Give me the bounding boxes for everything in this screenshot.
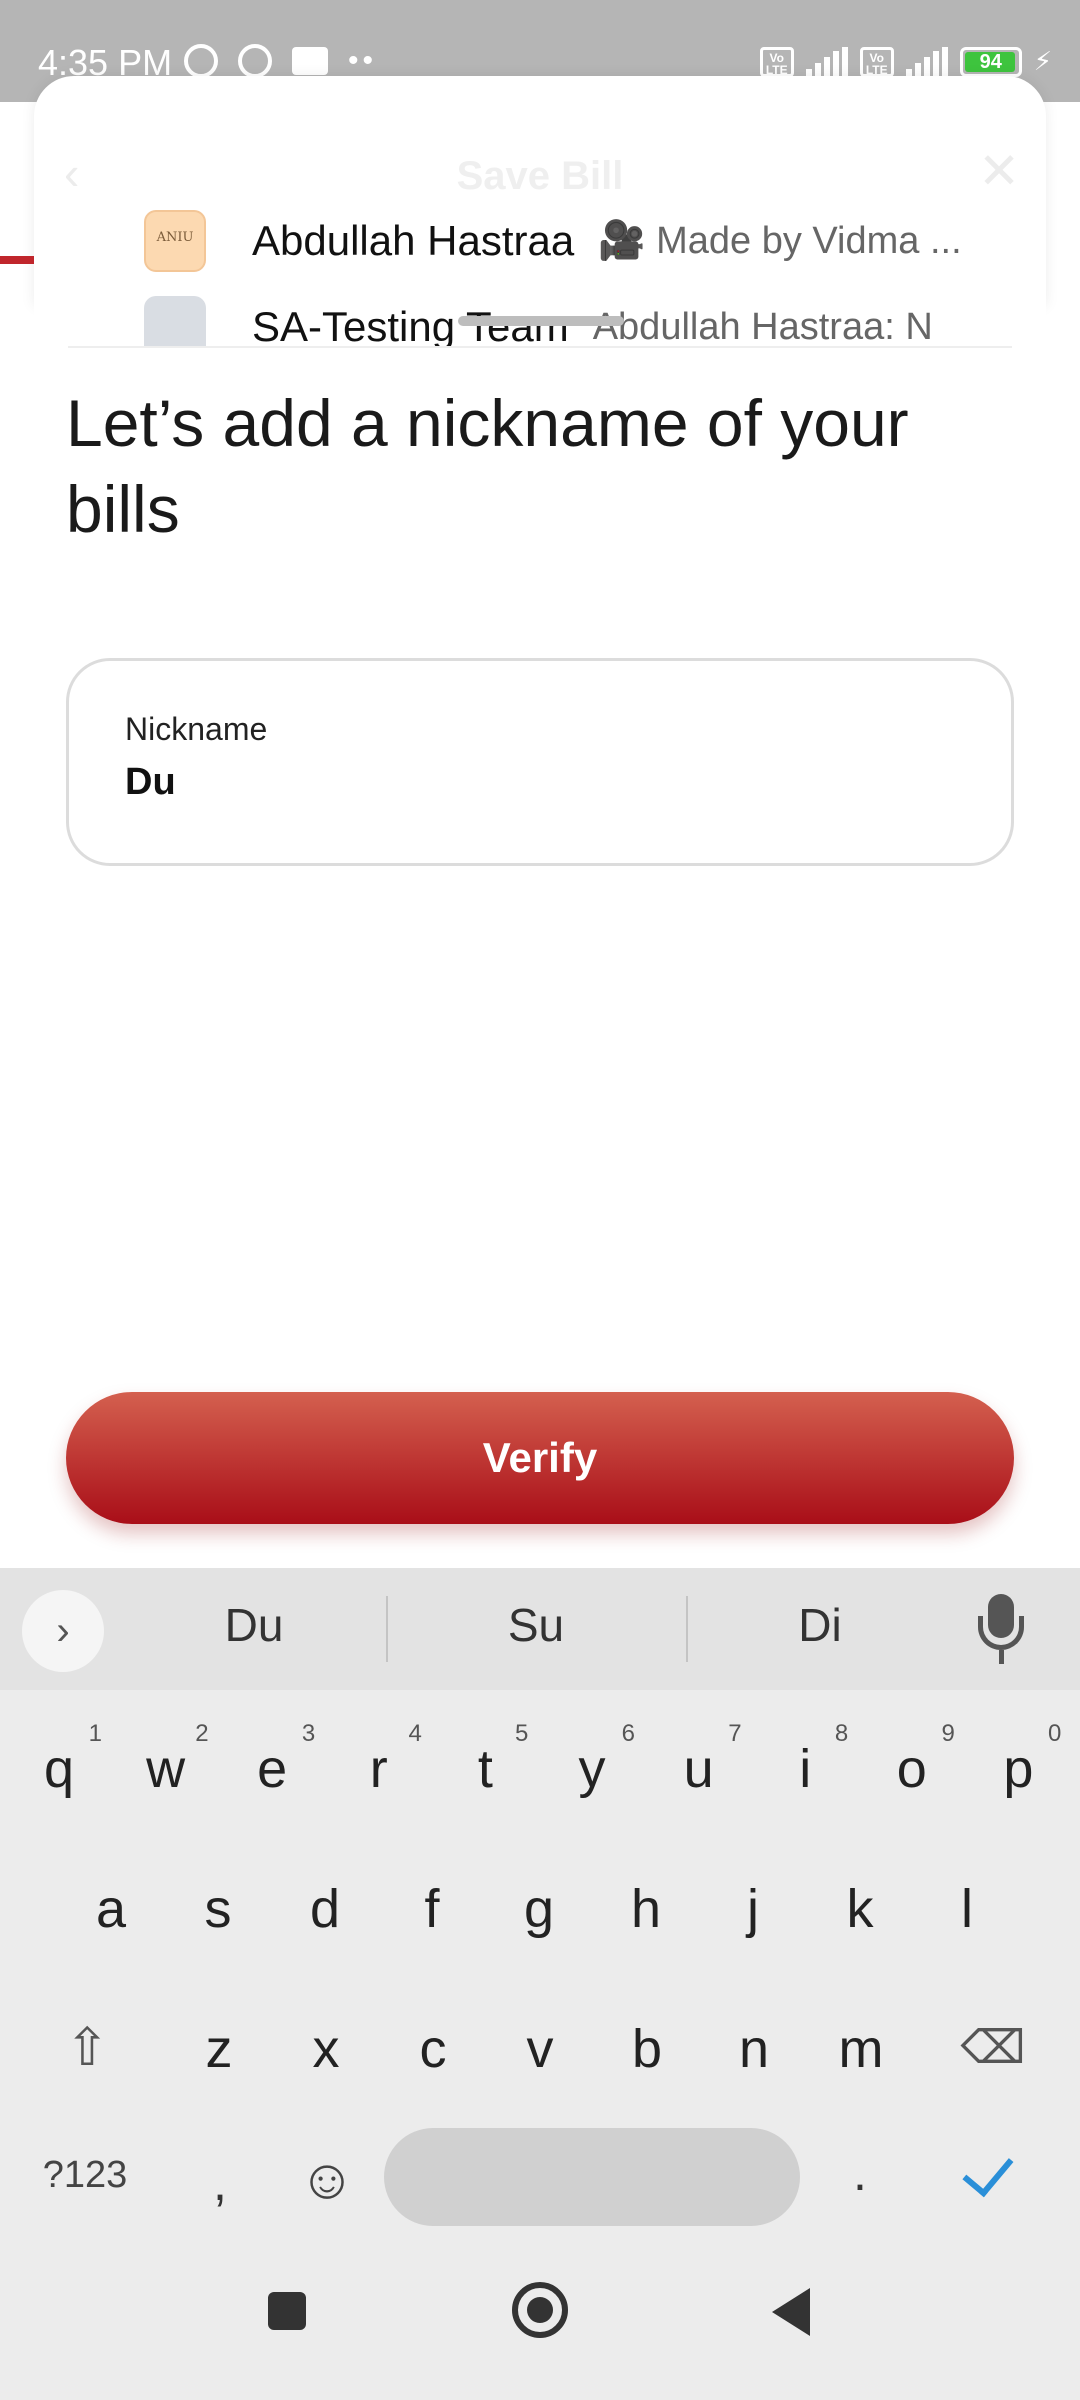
status-right: Vo LTE Vo LTE 94 ⚡ bbox=[759, 46, 1052, 77]
key-number-hint: 6 bbox=[621, 1720, 635, 1747]
key-x[interactable]: x bbox=[281, 2018, 371, 2080]
key-t[interactable]: t5 bbox=[440, 1720, 530, 1800]
microphone-icon[interactable] bbox=[972, 1594, 1032, 1664]
key-e[interactable]: e3 bbox=[227, 1720, 317, 1800]
key-r[interactable]: r4 bbox=[334, 1720, 424, 1800]
share-contact-message: Abdullah Hastraa: N bbox=[592, 305, 933, 347]
signal-icon-2 bbox=[905, 46, 948, 77]
charging-icon: ⚡ bbox=[1033, 46, 1052, 76]
key-letter: r bbox=[369, 1739, 388, 1799]
key-f[interactable]: f bbox=[387, 1878, 477, 1940]
suggestion-1[interactable]: Du bbox=[154, 1598, 354, 1652]
share-overlay: ANIU Abdullah Hastraa 🎥 Made by Vidma ..… bbox=[34, 196, 1046, 346]
key-a[interactable]: a bbox=[66, 1878, 156, 1940]
space-bar[interactable] bbox=[384, 2128, 800, 2226]
key-letter: u bbox=[683, 1739, 714, 1799]
key-letter: t bbox=[477, 1739, 493, 1799]
suggestion-strip: › Du Su Di bbox=[0, 1568, 1080, 1690]
emoji-icon[interactable]: ☺ bbox=[292, 2146, 362, 2211]
backspace-icon[interactable]: ⌫ bbox=[958, 2020, 1028, 2074]
more-notifications-icon: •• bbox=[348, 44, 378, 77]
key-letter: p bbox=[1003, 1739, 1034, 1799]
avatar: ANIU bbox=[144, 210, 206, 272]
key-letter: w bbox=[146, 1739, 186, 1799]
comma-key[interactable]: , bbox=[190, 2154, 250, 2212]
period-key[interactable]: . bbox=[830, 2144, 890, 2202]
signal-icon bbox=[805, 46, 848, 77]
share-contact-name: Abdullah Hastraa bbox=[252, 217, 575, 264]
home-icon[interactable] bbox=[512, 2282, 568, 2338]
avatar-text: ANIU bbox=[156, 230, 194, 245]
divider bbox=[68, 346, 1012, 348]
verify-button[interactable]: Verify bbox=[66, 1392, 1014, 1524]
key-number-hint: 5 bbox=[515, 1720, 529, 1747]
drag-handle[interactable] bbox=[458, 316, 624, 326]
key-i[interactable]: i8 bbox=[760, 1720, 850, 1800]
expand-toolbar-button[interactable]: › bbox=[22, 1590, 104, 1672]
background-dialog-title: Save Bill bbox=[456, 154, 624, 198]
nickname-input[interactable]: Du bbox=[125, 761, 176, 804]
volte-icon-2: Vo LTE bbox=[859, 46, 894, 77]
nickname-field[interactable]: Nickname Du bbox=[66, 658, 1014, 866]
page-heading: Let’s add a nickname of your bills bbox=[66, 386, 909, 546]
share-contact-message: 🎥 Made by Vidma ... bbox=[598, 220, 962, 262]
key-k[interactable]: k bbox=[815, 1878, 905, 1940]
close-icon: ✕ bbox=[978, 143, 1020, 199]
recents-icon[interactable] bbox=[268, 2292, 306, 2330]
screen: 4:35 PM •• Vo LTE Vo LTE 94 ⚡ ‹ Save Bill … bbox=[0, 0, 1080, 2400]
key-h[interactable]: h bbox=[601, 1878, 691, 1940]
key-number-hint: 2 bbox=[195, 1720, 209, 1747]
key-m[interactable]: m bbox=[816, 2018, 906, 2080]
whatsapp-icon bbox=[238, 44, 272, 78]
symbols-key[interactable]: ?123 bbox=[30, 2154, 140, 2197]
battery-level: 94 bbox=[979, 50, 1002, 73]
key-s[interactable]: s bbox=[173, 1878, 263, 1940]
key-number-hint: 9 bbox=[941, 1720, 955, 1747]
suggestion-divider bbox=[686, 1596, 688, 1662]
suggestion-divider bbox=[386, 1596, 388, 1662]
key-p[interactable]: p0 bbox=[973, 1720, 1063, 1800]
key-b[interactable]: b bbox=[602, 2018, 692, 2080]
key-g[interactable]: g bbox=[494, 1878, 584, 1940]
key-letter: i bbox=[799, 1739, 812, 1799]
key-j[interactable]: j bbox=[708, 1878, 798, 1940]
app-notification-icon bbox=[292, 47, 328, 75]
key-v[interactable]: v bbox=[495, 2018, 585, 2080]
progress-bar-fill bbox=[0, 256, 34, 264]
key-y[interactable]: y6 bbox=[547, 1720, 637, 1800]
back-icon[interactable] bbox=[772, 2288, 810, 2336]
key-q[interactable]: q1 bbox=[14, 1720, 104, 1800]
key-letter: e bbox=[257, 1739, 288, 1799]
key-o[interactable]: o9 bbox=[867, 1720, 957, 1800]
battery-icon: 94 bbox=[959, 46, 1022, 77]
share-row[interactable]: ANIU Abdullah Hastraa 🎥 Made by Vidma ..… bbox=[144, 208, 962, 274]
nickname-label: Nickname bbox=[125, 711, 268, 747]
shift-icon[interactable]: ⇧ bbox=[52, 2018, 122, 2078]
key-u[interactable]: u7 bbox=[654, 1720, 744, 1800]
enter-check-icon[interactable] bbox=[970, 2150, 1020, 2190]
system-navigation-bar bbox=[0, 2262, 1080, 2400]
volte-icon: Vo LTE bbox=[759, 46, 794, 77]
key-number-hint: 8 bbox=[834, 1720, 849, 1747]
key-n[interactable]: n bbox=[709, 2018, 799, 2080]
notification-icons: •• bbox=[184, 44, 377, 78]
key-d[interactable]: d bbox=[280, 1878, 370, 1940]
key-number-hint: 1 bbox=[88, 1720, 102, 1747]
keyboard: › Du Su Di q1w2e3r4t5y6u7i8o9p0 asdfghjk… bbox=[0, 1568, 1080, 2400]
key-z[interactable]: z bbox=[174, 2018, 264, 2080]
alarm-icon bbox=[184, 44, 218, 78]
key-number-hint: 0 bbox=[1048, 1720, 1062, 1747]
suggestion-3[interactable]: Di bbox=[720, 1598, 920, 1652]
key-letter: o bbox=[896, 1739, 927, 1799]
key-c[interactable]: c bbox=[388, 2018, 478, 2080]
key-number-hint: 4 bbox=[408, 1720, 422, 1747]
key-w[interactable]: w2 bbox=[121, 1720, 211, 1800]
key-letter: y bbox=[578, 1739, 606, 1799]
suggestion-2[interactable]: Su bbox=[436, 1598, 636, 1652]
key-l[interactable]: l bbox=[922, 1878, 1012, 1940]
key-number-hint: 7 bbox=[728, 1720, 742, 1747]
key-letter: q bbox=[43, 1739, 75, 1799]
group-avatar-icon bbox=[144, 296, 206, 346]
key-number-hint: 3 bbox=[301, 1720, 316, 1747]
